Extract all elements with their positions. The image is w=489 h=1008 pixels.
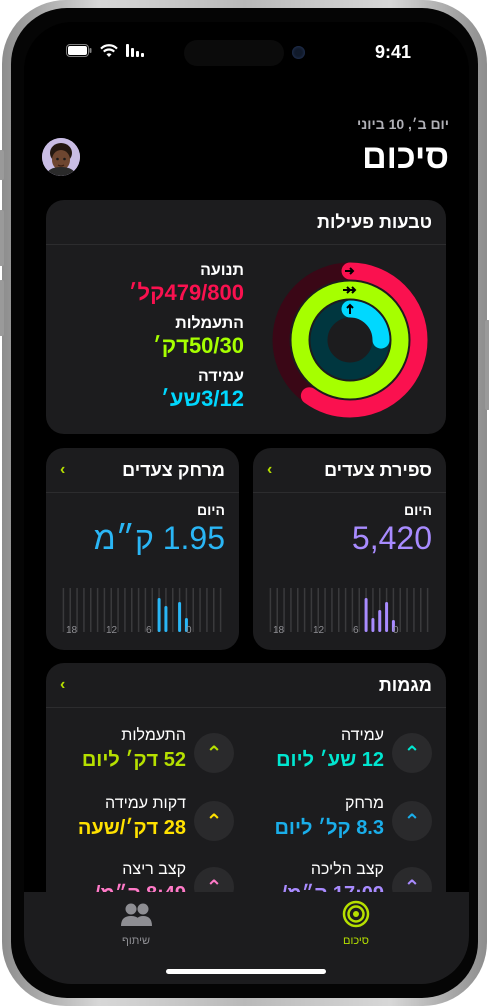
chevron-left-icon: ‹ xyxy=(60,461,66,478)
move-value: 479/800קל׳ xyxy=(128,280,244,305)
chevron-up-icon: ⌃ xyxy=(194,801,234,841)
activity-rings-chart xyxy=(272,262,428,418)
trend-label: דקות עמידה xyxy=(105,795,186,812)
trend-label: מרחק xyxy=(344,795,384,812)
tab-sharing-label: שיתוף xyxy=(122,935,150,947)
trend-label: עמידה xyxy=(341,727,384,744)
cellular-signal-icon xyxy=(126,44,144,57)
step-count-value: 5,420 xyxy=(351,520,432,556)
activity-stats: תנועה 479/800קל׳ התעמלות 50/30דק׳ עמידה … xyxy=(64,262,244,412)
tab-summary-label: סיכום xyxy=(343,935,369,947)
trend-label: התעמלות xyxy=(121,727,186,744)
exercise-label: התעמלות xyxy=(175,315,244,332)
step-distance-card[interactable]: ‹ מרחק צעדים היום 1.95 ק״מ 18 12 6 0 xyxy=(46,448,239,650)
trend-value: 12 שע׳ ליום xyxy=(276,749,384,771)
dynamic-island xyxy=(184,40,284,66)
distance-tick-18: 18 xyxy=(66,625,78,636)
steps-hourly-chart xyxy=(269,588,429,632)
chevron-left-icon: ‹ xyxy=(267,461,273,478)
phone-frame: 9:41 יום ב׳, 10 ביוני סיכום טבעות פעילות xyxy=(0,0,489,1006)
stand-label: עמידה xyxy=(198,368,244,385)
hourly-bar xyxy=(385,602,389,632)
activity-rings-card[interactable]: טבעות פעילות תנועה 479/800קל׳ התעמלות 50… xyxy=(46,200,446,434)
activity-card-title: טבעות פעילות xyxy=(317,211,432,232)
tab-summary[interactable]: סיכום xyxy=(324,900,388,956)
steps-tick-6: 6 xyxy=(353,625,359,636)
chevron-up-icon: ⌃ xyxy=(392,733,432,773)
distance-today-label: היום xyxy=(197,502,225,518)
trend-value: 52 דק׳ ליום xyxy=(81,749,186,771)
date-label: יום ב׳, 10 ביוני xyxy=(357,116,449,132)
home-indicator[interactable] xyxy=(166,969,326,974)
side-button xyxy=(485,320,489,410)
activity-rings-icon xyxy=(342,900,370,928)
step-count-card[interactable]: ‹ ספירת צעדים היום 5,420 18 12 6 0 xyxy=(253,448,446,650)
hourly-bar xyxy=(178,602,182,632)
step-count-header: ‹ ספירת צעדים xyxy=(253,448,446,493)
volume-down-button xyxy=(0,280,4,336)
hourly-bar xyxy=(164,606,168,632)
step-distance-header: ‹ מרחק צעדים xyxy=(46,448,239,493)
move-label: תנועה xyxy=(200,262,244,279)
trend-distance[interactable]: ⌃ מרחק 8.3 קל׳ ליום xyxy=(250,795,432,855)
page-title: סיכום xyxy=(362,138,449,176)
distance-tick-6: 6 xyxy=(146,625,152,636)
screen: 9:41 יום ב׳, 10 ביוני סיכום טבעות פעילות xyxy=(24,22,469,984)
trend-stand-minutes[interactable]: ⌃ דקות עמידה 28 דק׳/שעה xyxy=(52,795,234,855)
status-time: 9:41 xyxy=(374,42,411,62)
step-count-title: ספירת צעדים xyxy=(324,459,432,480)
activity-card-header: טבעות פעילות xyxy=(46,200,446,245)
tab-sharing[interactable]: שיתוף xyxy=(104,900,168,956)
chevron-up-icon: ⌃ xyxy=(194,733,234,773)
distance-tick-12: 12 xyxy=(106,625,118,636)
steps-tick-12: 12 xyxy=(313,625,325,636)
trends-card[interactable]: ‹ מגמות ⌃ עמידה 12 שע׳ ליום ⌃ התעמלות 52… xyxy=(46,663,446,923)
profile-avatar[interactable] xyxy=(42,138,80,176)
memoji-icon xyxy=(42,138,80,176)
step-distance-title: מרחק צעדים xyxy=(122,459,225,480)
volume-up-button xyxy=(0,210,4,266)
battery-icon xyxy=(66,44,92,57)
trend-exercise[interactable]: ⌃ התעמלות 52 דק׳ ליום xyxy=(52,727,234,787)
exercise-value: 50/30דק׳ xyxy=(152,333,244,358)
wifi-icon xyxy=(100,44,118,57)
distance-hourly-chart xyxy=(62,588,222,632)
trend-value: 28 דק׳/שעה xyxy=(77,817,186,839)
hourly-bar xyxy=(371,618,375,632)
chevron-left-icon: ‹ xyxy=(60,676,66,693)
hourly-bar xyxy=(364,598,368,632)
action-button xyxy=(0,150,4,180)
people-icon xyxy=(121,903,152,926)
stand-value: 3/12שע׳ xyxy=(160,386,244,411)
trend-label: קצב ריצה xyxy=(122,861,186,878)
trend-stand[interactable]: ⌃ עמידה 12 שע׳ ליום xyxy=(250,727,432,787)
hourly-bar xyxy=(378,610,382,632)
trends-title: מגמות xyxy=(378,674,432,695)
chevron-up-icon: ⌃ xyxy=(392,801,432,841)
step-distance-value: 1.95 ק״מ xyxy=(93,520,225,556)
front-camera xyxy=(292,46,305,59)
trends-header: ‹ מגמות xyxy=(46,663,446,708)
trend-label: קצב הליכה xyxy=(310,861,384,878)
step-today-label: היום xyxy=(404,502,432,518)
hourly-bar xyxy=(157,598,161,632)
trend-value: 8.3 קל׳ ליום xyxy=(274,817,384,839)
steps-tick-0: 0 xyxy=(393,625,399,636)
steps-tick-18: 18 xyxy=(273,625,285,636)
status-icons xyxy=(66,44,146,58)
distance-tick-0: 0 xyxy=(186,625,192,636)
